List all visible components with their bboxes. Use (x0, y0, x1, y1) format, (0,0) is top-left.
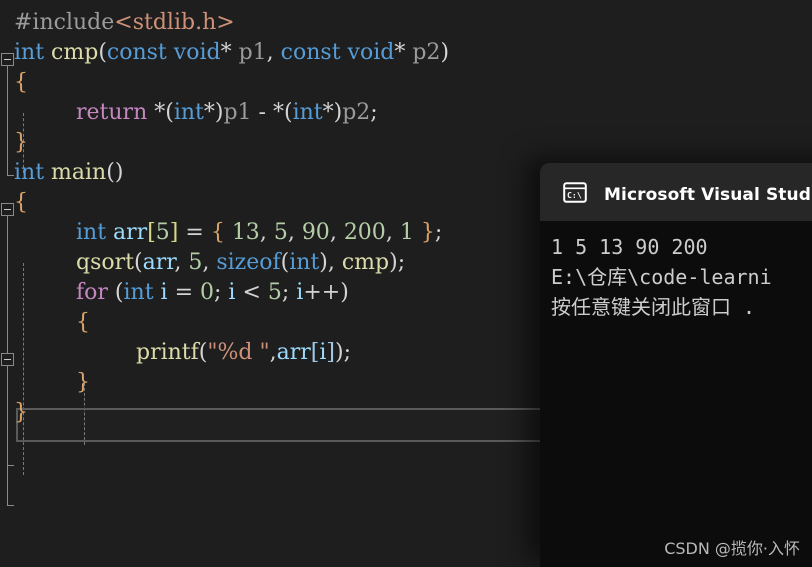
screenshot-root: #include<stdlib.h> int cmp(const void* p… (0, 0, 812, 567)
console-output-line: 1 5 13 90 200 (551, 235, 708, 259)
fold-guide-main-end (7, 505, 14, 506)
code-line-7-text: { (14, 190, 28, 215)
code-line-2[interactable]: int cmp(const void* p1, const void* p2) (0, 38, 812, 68)
console-window-title: Microsoft Visual Studio 调 (604, 184, 812, 205)
code-line-4[interactable]: return *(int*)p1 - *(int*)p2; (0, 98, 812, 128)
code-line-3-text: { (14, 70, 28, 95)
debug-console-window[interactable]: C:\ Microsoft Visual Studio 调 1 5 13 90 … (540, 163, 812, 567)
code-line-4-text: return *(int*)p1 - *(int*)p2; (76, 100, 378, 125)
code-line-14-text: } (14, 400, 28, 425)
code-line-11-text: { (76, 310, 90, 335)
svg-text:C:\: C:\ (567, 190, 582, 200)
code-line-1-text: #include<stdlib.h> (14, 10, 235, 35)
code-line-1[interactable]: #include<stdlib.h> (0, 8, 812, 38)
console-output-line: E:\仓库\code-learni (551, 265, 772, 289)
code-line-13-text: } (76, 370, 90, 395)
code-line-12-text: printf("%d ",arr[i]); (136, 340, 351, 365)
code-line-8-text: int arr[5] = { 13, 5, 90, 200, 1 }; (76, 220, 443, 245)
console-output-area[interactable]: 1 5 13 90 200 E:\仓库\code-learni 按任意键关闭此窗… (540, 221, 812, 567)
console-output-line: 按任意键关闭此窗口 . (551, 295, 756, 319)
console-title-bar[interactable]: C:\ Microsoft Visual Studio 调 (540, 163, 812, 221)
code-line-5-text: } (14, 130, 28, 155)
code-line-6-text: int main() (14, 160, 124, 185)
code-line-10-text: for (int i = 0; i < 5; i++) (76, 280, 349, 305)
code-line-9-text: qsort(arr, 5, sizeof(int), cmp); (76, 250, 406, 275)
code-line-2-text: int cmp(const void* p1, const void* p2) (14, 40, 450, 65)
console-cmd-icon: C:\ (563, 181, 587, 203)
csdn-watermark: CSDN @揽你·入怀 (664, 539, 800, 558)
code-line-5[interactable]: } (0, 128, 812, 158)
code-line-3[interactable]: { (0, 68, 812, 98)
